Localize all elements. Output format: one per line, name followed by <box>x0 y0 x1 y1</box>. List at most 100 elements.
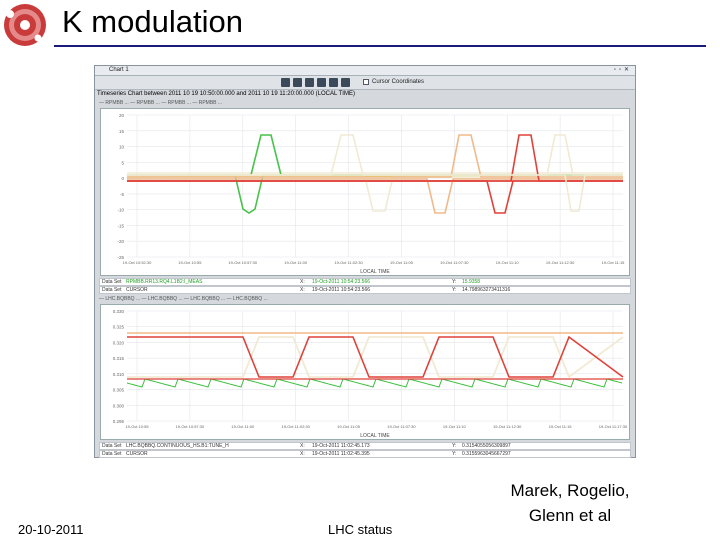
y-label: Y: <box>452 287 457 293</box>
y-tick-label: 0.330 <box>113 309 125 314</box>
x-tick-label: 19-Oct 10:55 <box>125 424 149 429</box>
title-divider <box>54 45 706 47</box>
series-red-up <box>127 134 623 182</box>
dataset-name: CURSOR <box>126 451 148 457</box>
y-tick-label: -20 <box>117 239 124 244</box>
chart-header: Timeseries Chart between 2011 10 19 10:5… <box>97 91 355 97</box>
top-plot[interactable]: 20 15 10 5 0 -5 -10 -15 -20 -25 19-Oct 10:52:30 19-… <box>100 108 630 276</box>
x-tick-label: 19-Oct 11:12:30 <box>493 424 522 429</box>
dataset-label: Data Set <box>102 279 122 285</box>
x-tick-label: 19-Oct 11:12:30 <box>546 260 575 265</box>
bottom-dataset-row-2: Data Set CURSOR X: 19-Oct-2011 11:02:45.… <box>99 450 631 458</box>
y-tick-label: 20 <box>119 113 125 118</box>
y-value: 0.3154055056309897 <box>462 443 511 449</box>
y-tick-label: 0.315 <box>113 356 125 361</box>
y-label: Y: <box>452 279 457 285</box>
x-tick-label: 19-Oct 11:02:30 <box>281 424 310 429</box>
x-tick-label: 19-Oct 10:52:30 <box>123 260 152 265</box>
bottom-dataset-row-1: Data Set LHC.BQBBQ.CONTINUOUS_HS.B1:TUNE… <box>99 442 631 450</box>
y-tick-label: 0 <box>121 176 124 181</box>
x-tick-label: 19-Oct 11:15 <box>549 424 573 429</box>
top-dataset-row-2: Data Set CURSOR X: 19-Oct-2011 10:54:23.… <box>99 286 631 294</box>
dataset-label: Data Set <box>102 287 122 293</box>
x-label: X: <box>300 287 305 293</box>
x-tick-label: 19-Oct 11:00 <box>231 424 255 429</box>
bottom-legend: — LHC.BQBBQ ... — LHC.BQBBQ ... — LHC.BQ… <box>99 296 268 302</box>
table-icon[interactable] <box>329 78 338 87</box>
dataset-name: RPMBB.RR13.RQ4.L1B2:I_MEAS <box>126 279 203 285</box>
dataset-name: CURSOR <box>126 287 148 293</box>
y-tick-label: 0.325 <box>113 325 125 330</box>
y-tick-label: 0.310 <box>113 372 125 377</box>
y-tick-label: 15 <box>119 129 125 134</box>
cern-logo-icon <box>4 4 46 46</box>
x-tick-label: 19-Oct 11:05 <box>337 424 361 429</box>
series-beige-up-2 <box>127 134 623 176</box>
window-controls[interactable]: ▫▫✕ <box>614 67 632 74</box>
settings-icon[interactable] <box>341 78 350 87</box>
timber-window: Chart 1 ▫▫✕ Cursor Coordinates Timeserie… <box>94 65 636 458</box>
series-red-down <box>127 180 623 214</box>
zoom-icon[interactable] <box>305 78 314 87</box>
y-value: 15.9358 <box>462 279 481 285</box>
top-legend: — RPMBB ... — RPMBB ... — RPMBB ... — RP… <box>99 100 223 106</box>
x-tick-label: 19-Oct 10:55 <box>178 260 202 265</box>
y-tick-label: -15 <box>117 223 124 228</box>
y-tick-label: 0.300 <box>113 403 125 408</box>
x-tick-label: 19-Oct 11:00 <box>284 260 308 265</box>
x-tick-label: 19-Oct 10:57:30 <box>176 424 205 429</box>
y-tick-label: 5 <box>121 160 124 165</box>
x-tick-label: 19-Oct 11:02:30 <box>334 260 363 265</box>
dataset-label: Data Set <box>102 451 122 457</box>
print-icon[interactable] <box>281 78 290 87</box>
x-tick-label: 19-Oct 10:57:30 <box>228 260 257 265</box>
y-tick-label: 0.305 <box>113 388 125 393</box>
x-tick-label: 19-Oct 11:07:30 <box>440 260 469 265</box>
y-value: 0.3155963045667297 <box>462 451 511 457</box>
window-title: Chart 1 <box>109 67 129 73</box>
dataset-name: LHC.BQBBQ.CONTINUOUS_HS.B1:TUNE_H <box>126 443 229 449</box>
x-axis-label: LOCAL TIME <box>360 269 390 275</box>
cursor-coordinates-checkbox[interactable] <box>363 79 369 85</box>
x-label: X: <box>300 443 305 449</box>
x-value: 19-Oct-2011 11:02:45.395 <box>312 451 370 457</box>
top-plot-svg: 20151050-5-10-15-20-2519-Oct 10:52:30 19-… <box>117 113 626 275</box>
x-label: X: <box>300 279 305 285</box>
y-tick-label: 0.320 <box>113 340 125 345</box>
x-value: 19-Oct-2011 10:54:23.566 <box>312 279 371 285</box>
x-value: 19-Oct-2011 11:02:45.173 <box>312 443 370 449</box>
cursor-coordinates-label: Cursor Coordinates <box>372 79 425 85</box>
y-tick-label: -10 <box>117 208 124 213</box>
x-tick-label: 19-Oct 11:10 <box>443 424 467 429</box>
x-tick-label: 19-Oct 11:05 <box>390 260 414 265</box>
bottom-plot[interactable]: 0.330 0.325 0.320 0.315 0.310 0.305 0.300 0.295… <box>100 304 630 440</box>
author-block: Marek, Rogelio, Glenn et al <box>470 478 670 528</box>
x-tick-label: 19-Oct 11:17:30 <box>599 424 628 429</box>
series-peach-down <box>127 178 623 214</box>
series-beige-tune <box>127 336 624 379</box>
y-value: 14.798963273411316 <box>462 287 511 293</box>
author-line-2: Glenn et al <box>528 506 612 525</box>
x-value: 19-Oct-2011 10:54:23.566 <box>312 287 371 293</box>
x-axis-label: LOCAL TIME <box>360 433 390 439</box>
chart-icon[interactable] <box>317 78 326 87</box>
y-tick-label: 10 <box>119 145 125 150</box>
y-label: Y: <box>452 451 457 457</box>
window-titlebar: Chart 1 ▫▫✕ <box>95 66 635 76</box>
author-line-1: Marek, Rogelio, <box>510 481 630 500</box>
bottom-plot-svg: 0.330 0.325 0.320 0.315 0.310 0.305 0.300 0.295… <box>113 309 628 439</box>
footer-status: LHC status <box>328 522 393 537</box>
x-tick-label: 19-Oct 11:07:30 <box>387 424 416 429</box>
series-red-tune <box>127 335 624 378</box>
footer-date: 20-10-2011 <box>18 522 84 537</box>
y-label: Y: <box>452 443 457 449</box>
save-icon[interactable] <box>293 78 302 87</box>
x-tick-label: 19-Oct 11:10 <box>496 260 520 265</box>
top-dataset-row-1: Data Set RPMBB.RR13.RQ4.L1B2:I_MEAS X: 1… <box>99 278 631 286</box>
dataset-label: Data Set <box>102 443 122 449</box>
x-tick-label: 19-Oct 11:15 <box>602 260 626 265</box>
y-tick-label: -5 <box>120 192 124 197</box>
y-tick-label: 0.295 <box>113 419 125 424</box>
slide-title: K modulation <box>62 4 243 39</box>
series-green-tune <box>126 378 623 388</box>
